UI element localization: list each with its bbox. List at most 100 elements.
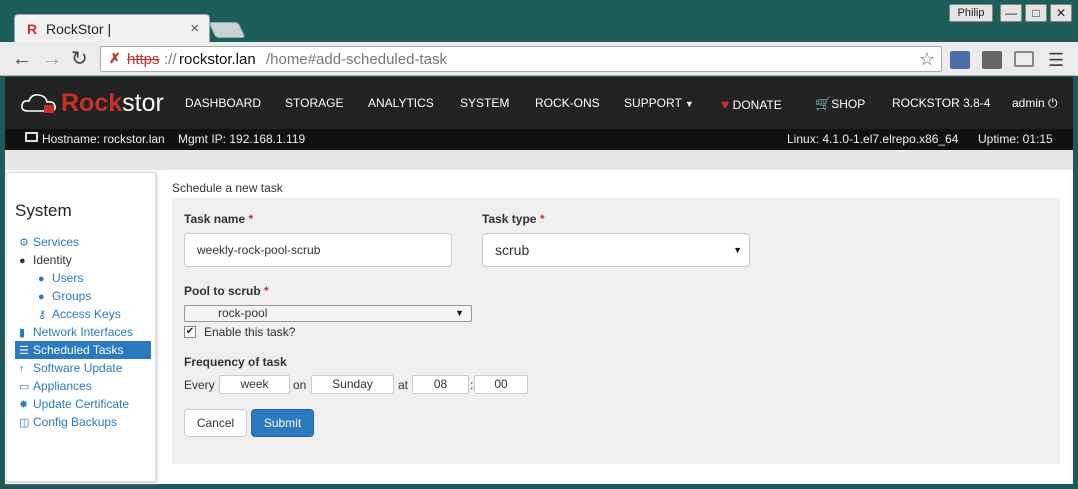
forward-arrow-icon[interactable]: → — [42, 49, 62, 69]
system-status-bar: Hostname: rockstor.lan Mgmt IP: 192.168.… — [5, 129, 1073, 150]
sidebar-item-access-keys[interactable]: ⚷ Access Keys — [38, 305, 121, 323]
hostname-text: Hostname: rockstor.lan — [42, 132, 165, 146]
gear-icon: ⚙ — [19, 237, 29, 249]
sidebar-item-label: Groups — [52, 289, 92, 303]
power-icon[interactable]: ⏻ — [1048, 96, 1058, 110]
nav-system[interactable]: SYSTEM — [460, 96, 509, 110]
frequency-unit-select[interactable]: week — [219, 375, 290, 394]
sidebar-item-label: Update Certificate — [33, 397, 130, 411]
on-text: on — [293, 378, 307, 392]
nav-analytics[interactable]: ANALYTICS — [368, 96, 434, 110]
nav-version[interactable]: ROCKSTOR 3.8-4 — [892, 96, 990, 110]
sidebar-title: System — [15, 201, 72, 220]
sidebar-item-appliances[interactable]: ▭ Appliances — [19, 377, 92, 395]
certificate-icon: ✸ — [19, 399, 29, 411]
users-icon: ● — [38, 291, 45, 303]
save-icon: ◫ — [19, 417, 30, 429]
frequency-label: Frequency of task — [184, 355, 287, 369]
sidebar-item-label: Config Backups — [33, 415, 118, 429]
required-marker: * — [539, 212, 545, 226]
profile-button[interactable]: Philip — [949, 4, 993, 22]
sidebar-item-config-backups[interactable]: ◫ Config Backups — [19, 413, 117, 431]
sidebar-item-label: Access Keys — [52, 307, 121, 321]
nav-shop[interactable]: 🛒SHOP — [815, 96, 865, 112]
browser-toolbar: ← → ↻ ✗ https :// rockstor.lan /home#add… — [0, 42, 1078, 76]
sidebar-item-services[interactable]: ⚙ Services — [19, 233, 79, 251]
bookmark-star-icon[interactable]: ☆ — [919, 49, 935, 70]
app-navbar: Rockstor DASHBOARD STORAGE ANALYTICS SYS… — [5, 77, 1073, 129]
user-icon: ● — [19, 255, 26, 267]
insecure-lock-icon[interactable]: ✗ — [109, 50, 121, 67]
shopping-cart-icon: 🛒 — [815, 96, 832, 111]
time-colon: : — [470, 378, 474, 392]
sidebar-item-label: Network Interfaces — [33, 325, 134, 339]
sidebar-item-label: Software Update — [33, 361, 123, 375]
task-type-value: scrub — [495, 242, 530, 258]
reload-icon[interactable]: ↻ — [71, 49, 88, 69]
sidebar-item-label: Scheduled Tasks — [33, 343, 124, 357]
nav-rock-ons[interactable]: ROCK-ONS — [535, 96, 600, 110]
nav-support-label: SUPPORT — [624, 96, 682, 110]
extension-icon[interactable] — [950, 51, 970, 69]
task-type-label-text: Task type — [482, 212, 537, 226]
content-top-strip — [5, 150, 1073, 170]
task-name-input[interactable]: weekly-rock-pool-scrub — [184, 233, 452, 267]
back-arrow-icon[interactable]: ← — [12, 49, 32, 69]
page-title: Schedule a new task — [172, 181, 283, 195]
nav-donate-label: DONATE — [732, 98, 782, 112]
url-separator: :// — [164, 51, 177, 68]
pool-select[interactable]: rock-pool ▼ — [184, 305, 472, 322]
enable-task-label: Enable this task? — [204, 325, 296, 339]
day-of-week-select[interactable]: Sunday — [311, 375, 394, 394]
maximize-button[interactable]: □ — [1025, 4, 1047, 22]
minimize-button[interactable]: — — [1000, 4, 1022, 22]
browser-titlebar: R RockStor | × Philip — □ ✕ — [0, 0, 1078, 42]
submit-button[interactable]: Submit — [251, 409, 314, 437]
url-host: rockstor.lan — [179, 51, 256, 68]
required-marker: * — [264, 284, 269, 298]
browser-tab[interactable]: R RockStor | × — [14, 14, 210, 42]
pool-label-text: Pool to scrub — [184, 284, 261, 298]
sidebar-item-label: Identity — [33, 253, 72, 267]
minute-select[interactable]: 00 — [474, 375, 528, 394]
cancel-button[interactable]: Cancel — [184, 409, 247, 437]
nav-storage[interactable]: STORAGE — [285, 96, 343, 110]
nav-donate[interactable]: ♥ DONATE — [721, 96, 782, 112]
sidebar-item-update-certificate[interactable]: ✸ Update Certificate — [19, 395, 129, 413]
sidebar-item-label: Services — [33, 235, 80, 249]
system-sidebar: System ⚙ Services ● Identity ● Users ● Group… — [6, 172, 156, 482]
sidebar-item-label: Users — [52, 271, 84, 285]
task-name-label-text: Task name — [184, 212, 246, 226]
extension-icon[interactable] — [982, 51, 1002, 69]
menu-icon[interactable]: ☰ — [1048, 50, 1064, 71]
enable-task-checkbox[interactable]: ✔ — [184, 326, 196, 338]
nav-admin[interactable]: admin ⏻ — [1012, 96, 1058, 111]
sidebar-item-network-interfaces[interactable]: ▮ Network Interfaces — [19, 323, 133, 341]
nav-support[interactable]: SUPPORT ▼ — [624, 96, 694, 110]
pool-label: Pool to scrub * — [184, 284, 269, 298]
sidebar-item-users[interactable]: ● Users — [38, 269, 83, 287]
cloud-icon — [21, 94, 56, 113]
new-tab-button[interactable] — [208, 22, 246, 38]
list-icon: ☰ — [19, 345, 29, 357]
cast-icon[interactable] — [1014, 51, 1034, 67]
schedule-task-form: Task name * weekly-rock-pool-scrub Task … — [172, 198, 1060, 464]
kernel-text: Linux: 4.1.0-1.el7.elrepo.x86_64 — [787, 132, 959, 146]
key-icon: ⚷ — [38, 309, 47, 321]
caret-down-icon: ▼ — [455, 308, 464, 318]
task-type-label: Task type * — [482, 212, 544, 226]
address-bar[interactable]: ✗ https :// rockstor.lan /home#add-sched… — [100, 46, 942, 72]
sidebar-item-groups[interactable]: ● Groups — [38, 287, 91, 305]
url-path: /home#add-scheduled-task — [266, 51, 447, 68]
sidebar-item-scheduled-tasks[interactable]: ☰ Scheduled Tasks — [15, 341, 151, 359]
arrow-up-icon: ↑ — [19, 363, 25, 375]
task-type-select[interactable]: scrub ▼ — [482, 233, 750, 267]
heart-icon: ♥ — [721, 96, 730, 112]
sidebar-item-software-update[interactable]: ↑ Software Update — [19, 359, 122, 377]
nav-dashboard[interactable]: DASHBOARD — [185, 96, 261, 110]
every-text: Every — [184, 378, 215, 392]
close-window-button[interactable]: ✕ — [1050, 4, 1072, 22]
tab-close-icon[interactable]: × — [190, 20, 199, 37]
hour-select[interactable]: 08 — [412, 375, 469, 394]
sidebar-item-identity[interactable]: ● Identity — [19, 251, 72, 269]
